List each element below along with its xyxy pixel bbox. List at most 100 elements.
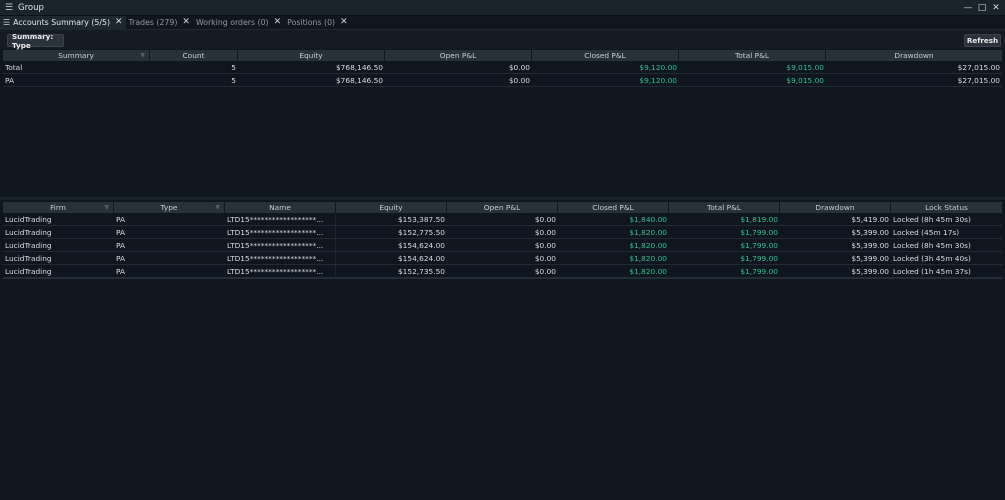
table-row[interactable]: LucidTrading PA LTD15******************...… xyxy=(3,252,1002,265)
cell-firm: LucidTrading xyxy=(5,227,52,237)
column-header-total-pnl[interactable]: Total P&L xyxy=(669,202,780,213)
accounts-table: Firm ▼ Type ▼ Name Equity Open P&L Close… xyxy=(3,202,1002,278)
filter-icon[interactable]: ▼ xyxy=(140,52,145,59)
minimize-icon[interactable]: — xyxy=(963,3,973,13)
cell-drawdown: $5,399.00 xyxy=(851,266,889,276)
column-header-firm[interactable]: Firm ▼ xyxy=(3,202,114,213)
cell-closed-pnl: $1,820.00 xyxy=(629,266,667,276)
tab-label: Accounts Summary (5/5) xyxy=(13,18,110,27)
cell-type: PA xyxy=(116,227,126,237)
cell-open-pnl: $0.00 xyxy=(508,75,530,85)
close-tab-icon[interactable]: ✕ xyxy=(274,18,282,27)
cell-closed-pnl: $1,840.00 xyxy=(629,214,667,224)
tab-positions[interactable]: Positions (0) ✕ xyxy=(284,16,351,29)
panel-splitter[interactable] xyxy=(0,197,1005,200)
cell-name: LTD15******************... xyxy=(225,213,336,225)
close-tab-icon[interactable]: ✕ xyxy=(182,18,190,27)
cell-firm: LucidTrading xyxy=(5,214,52,224)
cell-total-pnl: $1,799.00 xyxy=(740,253,778,263)
cell-lock-status: Locked (45m 17s) xyxy=(893,227,960,237)
cell-count: 5 xyxy=(231,62,236,72)
cell-equity: $154,624.00 xyxy=(397,240,445,250)
cell-closed-pnl: $1,820.00 xyxy=(629,227,667,237)
cell-type: PA xyxy=(116,214,126,224)
table-row[interactable]: Total 5 $768,146.50 $0.00 $9,120.00 $9,0… xyxy=(3,61,1002,74)
cell-count: 5 xyxy=(231,75,236,85)
cell-type: PA xyxy=(116,253,126,263)
cell-open-pnl: $0.00 xyxy=(534,214,556,224)
filter-icon[interactable]: ▼ xyxy=(104,204,109,211)
cell-closed-pnl: $1,820.00 xyxy=(629,240,667,250)
tab-trades[interactable]: Trades (279) ✕ xyxy=(126,16,193,29)
table-row[interactable]: LucidTrading PA LTD15******************...… xyxy=(3,213,1002,226)
tab-bar: ☰ Accounts Summary (5/5) ✕ Trades (279) … xyxy=(0,16,1005,29)
cell-total-pnl: $1,799.00 xyxy=(740,266,778,276)
cell-summary: Total xyxy=(5,62,23,72)
hamburger-menu-icon[interactable]: ☰ xyxy=(2,3,16,13)
cell-firm: LucidTrading xyxy=(5,266,52,276)
column-header-drawdown[interactable]: Drawdown xyxy=(780,202,891,213)
column-header-name[interactable]: Name xyxy=(225,202,336,213)
column-header-drawdown[interactable]: Drawdown xyxy=(826,50,1002,61)
cell-name: LTD15******************... xyxy=(225,252,336,264)
cell-total-pnl: $1,799.00 xyxy=(740,240,778,250)
tab-accounts-summary[interactable]: ☰ Accounts Summary (5/5) ✕ xyxy=(0,16,126,29)
filter-icon[interactable]: ▼ xyxy=(215,204,220,211)
cell-total-pnl: $1,819.00 xyxy=(740,214,778,224)
maximize-icon[interactable]: □ xyxy=(977,3,987,13)
cell-equity: $153,387.50 xyxy=(397,214,445,224)
column-header-closed-pnl[interactable]: Closed P&L xyxy=(532,50,679,61)
tab-label: Trades (279) xyxy=(128,18,178,27)
window-title: Group xyxy=(18,2,44,13)
window-controls: — □ ✕ xyxy=(963,3,1001,13)
window-titlebar: ☰ Group — □ ✕ xyxy=(0,0,1005,16)
cell-lock-status: Locked (8h 45m 30s) xyxy=(893,240,971,250)
cell-closed-pnl: $1,820.00 xyxy=(629,253,667,263)
cell-type: PA xyxy=(116,266,126,276)
column-header-summary[interactable]: Summary ▼ xyxy=(3,50,150,61)
cell-drawdown: $5,399.00 xyxy=(851,227,889,237)
summary-table: Summary ▼ Count Equity Open P&L Closed P… xyxy=(3,50,1002,87)
cell-drawdown: $5,399.00 xyxy=(851,253,889,263)
cell-equity: $768,146.50 xyxy=(335,75,383,85)
table-row[interactable]: PA 5 $768,146.50 $0.00 $9,120.00 $9,015.… xyxy=(3,74,1002,87)
tab-working-orders[interactable]: Working orders (0) ✕ xyxy=(193,16,284,29)
column-header-lock-status[interactable]: Lock Status xyxy=(891,202,1002,213)
cell-lock-status: Locked (8h 45m 30s) xyxy=(893,214,971,224)
refresh-button[interactable]: Refresh xyxy=(964,34,1001,47)
cell-firm: LucidTrading xyxy=(5,253,52,263)
close-tab-icon[interactable]: ✕ xyxy=(115,18,123,27)
summary-type-button[interactable]: Summary: Type xyxy=(7,32,64,50)
accounts-table-header: Firm ▼ Type ▼ Name Equity Open P&L Close… xyxy=(3,202,1002,213)
cell-equity: $154,624.00 xyxy=(397,253,445,263)
cell-equity: $152,775.50 xyxy=(397,227,445,237)
column-header-count[interactable]: Count xyxy=(150,50,238,61)
table-row[interactable]: LucidTrading PA LTD15******************...… xyxy=(3,226,1002,239)
close-window-icon[interactable]: ✕ xyxy=(991,3,1001,13)
table-row[interactable]: LucidTrading PA LTD15******************...… xyxy=(3,265,1002,278)
column-header-open-pnl[interactable]: Open P&L xyxy=(447,202,558,213)
cell-equity: $768,146.50 xyxy=(335,62,383,72)
column-header-total-pnl[interactable]: Total P&L xyxy=(679,50,826,61)
column-header-type[interactable]: Type ▼ xyxy=(114,202,225,213)
cell-closed-pnl: $9,120.00 xyxy=(639,62,677,72)
cell-drawdown: $5,419.00 xyxy=(851,214,889,224)
column-header-equity[interactable]: Equity xyxy=(336,202,447,213)
cell-equity: $152,735.50 xyxy=(397,266,445,276)
cell-closed-pnl: $9,120.00 xyxy=(639,75,677,85)
cell-firm: LucidTrading xyxy=(5,240,52,250)
cell-total-pnl: $9,015.00 xyxy=(786,75,824,85)
summary-table-header: Summary ▼ Count Equity Open P&L Closed P… xyxy=(3,50,1002,61)
cell-drawdown: $27,015.00 xyxy=(957,75,1000,85)
column-header-closed-pnl[interactable]: Closed P&L xyxy=(558,202,669,213)
column-header-equity[interactable]: Equity xyxy=(238,50,385,61)
cell-open-pnl: $0.00 xyxy=(534,240,556,250)
cell-name: LTD15******************... xyxy=(225,239,336,251)
cell-lock-status: Locked (1h 45m 37s) xyxy=(893,266,971,276)
column-header-open-pnl[interactable]: Open P&L xyxy=(385,50,532,61)
close-tab-icon[interactable]: ✕ xyxy=(340,18,348,27)
table-row[interactable]: LucidTrading PA LTD15******************...… xyxy=(3,239,1002,252)
cell-total-pnl: $9,015.00 xyxy=(786,62,824,72)
tab-menu-icon[interactable]: ☰ xyxy=(3,18,10,27)
cell-open-pnl: $0.00 xyxy=(534,266,556,276)
